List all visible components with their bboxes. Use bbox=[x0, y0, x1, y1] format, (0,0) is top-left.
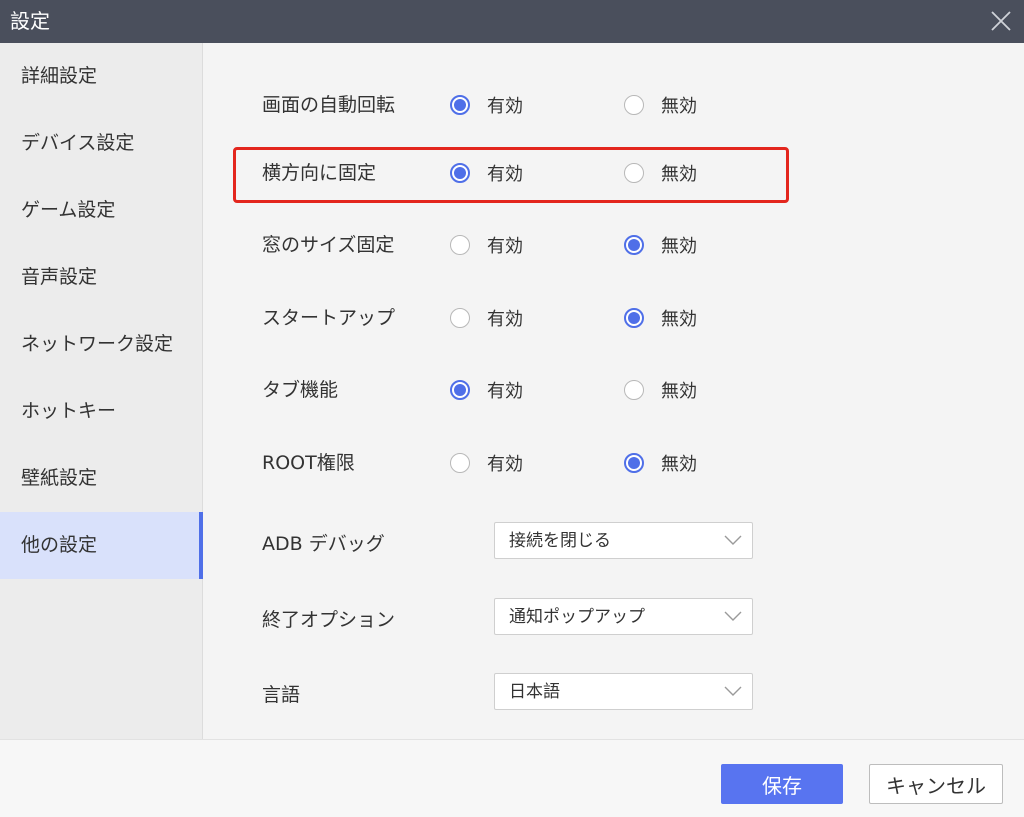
setting-label: スタートアップ bbox=[262, 307, 396, 329]
select-value: 接続を閉じる bbox=[509, 531, 611, 551]
sidebar-item-label: 他の設定 bbox=[21, 534, 98, 556]
sidebar-item-label: デバイス設定 bbox=[21, 132, 135, 154]
radio-button[interactable] bbox=[450, 380, 470, 400]
enable-label: 有効 bbox=[487, 454, 523, 475]
enable-radio-option[interactable]: 有効 bbox=[450, 304, 523, 332]
chevron-down-icon bbox=[724, 535, 742, 545]
select-value: 日本語 bbox=[509, 682, 560, 702]
setting-row-exit-option: 終了オプション 通知ポップアップ bbox=[262, 598, 982, 638]
radio-button[interactable] bbox=[450, 163, 470, 183]
save-button[interactable]: 保存 bbox=[721, 764, 843, 804]
cancel-button[interactable]: キャンセル bbox=[869, 764, 1003, 804]
setting-label: 横方向に固定 bbox=[262, 162, 377, 184]
disable-radio-option[interactable]: 無効 bbox=[624, 376, 697, 404]
setting-label: ROOT権限 bbox=[262, 452, 355, 474]
disable-label: 無効 bbox=[661, 309, 697, 330]
disable-label: 無効 bbox=[661, 96, 697, 117]
sidebar-item-label: ゲーム設定 bbox=[21, 199, 116, 221]
setting-label: 窓のサイズ固定 bbox=[262, 234, 395, 256]
language-select[interactable]: 日本語 bbox=[494, 673, 753, 710]
settings-window: 設定 詳細設定 デバイス設定 ゲーム設定 音声設定 ネットワーク設定 ホットキー… bbox=[0, 0, 1024, 817]
select-value: 通知ポップアップ bbox=[509, 607, 645, 627]
sidebar-item-other-settings[interactable]: 他の設定 bbox=[0, 512, 203, 579]
setting-row-lock-landscape: 横方向に固定 有効 無効 bbox=[262, 153, 982, 193]
sidebar-item-label: 詳細設定 bbox=[21, 65, 98, 87]
enable-label: 有効 bbox=[487, 309, 523, 330]
disable-radio-option[interactable]: 無効 bbox=[624, 231, 697, 259]
radio-button[interactable] bbox=[624, 163, 644, 183]
sidebar-item-advanced-settings[interactable]: 詳細設定 bbox=[0, 43, 202, 110]
radio-button[interactable] bbox=[624, 380, 644, 400]
enable-radio-option[interactable]: 有効 bbox=[450, 449, 523, 477]
setting-row-fixed-window-size: 窓のサイズ固定 有効 無効 bbox=[262, 225, 982, 265]
disable-radio-option[interactable]: 無効 bbox=[624, 304, 697, 332]
radio-button[interactable] bbox=[450, 453, 470, 473]
enable-radio-option[interactable]: 有効 bbox=[450, 231, 523, 259]
radio-button[interactable] bbox=[624, 95, 644, 115]
enable-label: 有効 bbox=[487, 381, 523, 402]
sidebar-item-device-settings[interactable]: デバイス設定 bbox=[0, 110, 202, 177]
setting-label: ADB デバッグ bbox=[262, 533, 385, 555]
enable-label: 有効 bbox=[487, 236, 523, 257]
setting-row-startup: スタートアップ 有効 無効 bbox=[262, 298, 982, 338]
sidebar-item-wallpaper-settings[interactable]: 壁紙設定 bbox=[0, 445, 202, 512]
setting-row-adb-debug: ADB デバッグ 接続を閉じる bbox=[262, 522, 982, 562]
disable-label: 無効 bbox=[661, 236, 697, 257]
radio-button[interactable] bbox=[624, 453, 644, 473]
setting-row-auto-rotate: 画面の自動回転 有効 無効 bbox=[262, 85, 982, 125]
enable-label: 有効 bbox=[487, 164, 523, 185]
disable-label: 無効 bbox=[661, 381, 697, 402]
enable-label: 有効 bbox=[487, 96, 523, 117]
setting-label: 画面の自動回転 bbox=[262, 94, 396, 116]
exit-option-select[interactable]: 通知ポップアップ bbox=[494, 598, 753, 635]
footer-bar: 保存 キャンセル bbox=[0, 739, 1024, 817]
radio-button[interactable] bbox=[450, 308, 470, 328]
radio-button[interactable] bbox=[450, 235, 470, 255]
sidebar-item-audio-settings[interactable]: 音声設定 bbox=[0, 244, 202, 311]
close-icon[interactable] bbox=[986, 6, 1016, 36]
sidebar-item-label: 音声設定 bbox=[21, 266, 98, 288]
sidebar-item-game-settings[interactable]: ゲーム設定 bbox=[0, 177, 202, 244]
adb-debug-select[interactable]: 接続を閉じる bbox=[494, 522, 753, 559]
settings-panel: 画面の自動回転 有効 無効 横方向に固定 有効 無効 窓のサイズ固定 有効 無効… bbox=[203, 43, 1024, 739]
sidebar: 詳細設定 デバイス設定 ゲーム設定 音声設定 ネットワーク設定 ホットキー 壁紙… bbox=[0, 43, 203, 739]
enable-radio-option[interactable]: 有効 bbox=[450, 159, 523, 187]
sidebar-item-label: 壁紙設定 bbox=[21, 467, 98, 489]
radio-button[interactable] bbox=[624, 308, 644, 328]
disable-radio-option[interactable]: 無効 bbox=[624, 91, 697, 119]
disable-label: 無効 bbox=[661, 164, 697, 185]
sidebar-item-network-settings[interactable]: ネットワーク設定 bbox=[0, 311, 202, 378]
disable-radio-option[interactable]: 無効 bbox=[624, 159, 697, 187]
enable-radio-option[interactable]: 有効 bbox=[450, 376, 523, 404]
disable-radio-option[interactable]: 無効 bbox=[624, 449, 697, 477]
radio-button[interactable] bbox=[450, 95, 470, 115]
title-bar: 設定 bbox=[0, 0, 1024, 43]
setting-row-language: 言語 日本語 bbox=[262, 673, 982, 713]
enable-radio-option[interactable]: 有効 bbox=[450, 91, 523, 119]
disable-label: 無効 bbox=[661, 454, 697, 475]
setting-label: タブ機能 bbox=[262, 379, 339, 401]
setting-row-root-permission: ROOT権限 有効 無効 bbox=[262, 443, 982, 483]
setting-label: 終了オプション bbox=[262, 609, 396, 631]
setting-label: 言語 bbox=[262, 684, 301, 706]
radio-button[interactable] bbox=[624, 235, 644, 255]
sidebar-item-hotkeys[interactable]: ホットキー bbox=[0, 378, 202, 445]
chevron-down-icon bbox=[724, 686, 742, 696]
setting-row-tab-feature: タブ機能 有効 無効 bbox=[262, 370, 982, 410]
sidebar-item-label: ネットワーク設定 bbox=[21, 333, 174, 355]
window-title: 設定 bbox=[10, 9, 50, 33]
chevron-down-icon bbox=[724, 611, 742, 621]
sidebar-item-label: ホットキー bbox=[21, 400, 117, 422]
